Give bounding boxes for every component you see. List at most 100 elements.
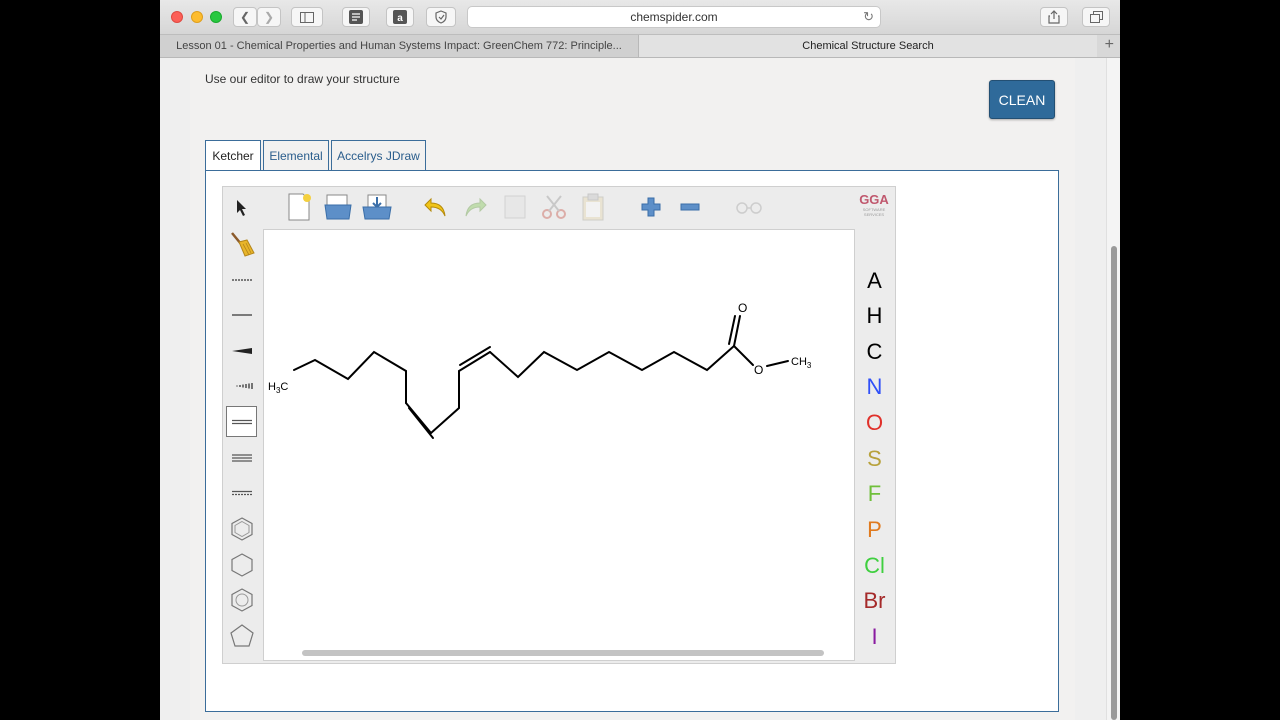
editor-hint: Use our editor to draw your structure [205, 72, 400, 86]
show-tabs-button[interactable] [1082, 7, 1110, 27]
triple-bond-tool[interactable] [226, 442, 257, 473]
new-file-tool[interactable] [282, 190, 316, 224]
new-tab-icon[interactable]: + [1105, 36, 1114, 54]
zoom-out-tool[interactable] [673, 190, 707, 224]
any-bond-tool[interactable] [226, 264, 257, 295]
aromatic-bond-icon [231, 490, 252, 495]
zoom-window-button[interactable] [210, 11, 222, 23]
cut-tool[interactable] [537, 190, 571, 224]
zoom-out-icon [680, 203, 700, 211]
element-symbol: O [865, 409, 884, 435]
element-symbol: S [867, 445, 882, 471]
extension-button-3[interactable] [426, 7, 456, 27]
copy-tool[interactable] [498, 190, 532, 224]
sidebar-icon [300, 11, 314, 23]
aromatic-bond-tool[interactable] [226, 477, 257, 508]
zoom-in-tool[interactable] [634, 190, 668, 224]
page-scrollbar-thumb[interactable] [1111, 246, 1117, 720]
double-bond-tool[interactable] [226, 406, 257, 437]
element-n-button[interactable]: N [858, 370, 891, 403]
chevron-left-icon: ❮ [239, 10, 251, 24]
element-c-button[interactable]: C [858, 335, 891, 368]
element-cl-button[interactable]: Cl [858, 549, 891, 582]
redo-icon [465, 197, 487, 217]
chevron-right-icon: ❯ [263, 10, 275, 24]
erase-tool[interactable] [226, 228, 257, 259]
address-bar[interactable]: chemspider.com ↻ [467, 6, 881, 28]
check-structure-tool[interactable] [732, 190, 766, 224]
element-s-button[interactable]: S [858, 442, 891, 475]
cyclopentane-template-tool[interactable] [226, 620, 257, 651]
element-symbol: F [867, 480, 882, 506]
wedge-bond-tool[interactable] [226, 335, 257, 366]
zoom-in-icon [641, 197, 661, 217]
element-symbol: N [866, 373, 883, 399]
undo-tool[interactable] [419, 190, 453, 224]
hashed-wedge-icon [235, 382, 253, 389]
dotted-bond-icon [231, 278, 252, 281]
element-i-button[interactable]: I [858, 620, 891, 653]
carbonyl-oxygen-label: O [738, 301, 747, 315]
element-symbol: Cl [864, 552, 885, 578]
element-h-button[interactable]: H [858, 299, 891, 332]
gga-logo: GGA SOFTWARE SERVICES [855, 193, 893, 221]
benzene-icon [230, 516, 253, 541]
share-icon [1048, 10, 1060, 24]
back-button[interactable]: ❮ [233, 7, 257, 27]
ester-oxygen-label: O [754, 363, 763, 377]
tab-accelrys-jdraw[interactable]: Accelrys JDraw [331, 140, 426, 170]
element-o-button[interactable]: O [858, 406, 891, 439]
minimize-window-button[interactable] [191, 11, 203, 23]
methyl-right-label: CH3 [791, 356, 812, 370]
browser-tab-label: Chemical Structure Search [802, 40, 934, 52]
save-file-tool[interactable] [360, 190, 394, 224]
aromatic-ring-template-tool[interactable] [226, 584, 257, 615]
canvas-horizontal-scrollbar[interactable] [302, 650, 824, 656]
benzene-template-tool[interactable] [226, 513, 257, 544]
triple-bond-icon [231, 453, 252, 462]
methyl-left-label: H3C [268, 381, 288, 395]
share-button[interactable] [1040, 7, 1068, 27]
single-bond-icon [231, 313, 252, 316]
select-tool[interactable] [226, 192, 257, 223]
molecule-structure: H3C O O CH3 [268, 301, 812, 439]
browser-tab-structure-search[interactable]: Chemical Structure Search [639, 35, 1097, 57]
tabs-overview-icon [1089, 11, 1103, 23]
element-br-button[interactable]: Br [858, 584, 891, 617]
element-f-button[interactable]: F [858, 477, 891, 510]
cyclohexane-template-tool[interactable] [226, 549, 257, 580]
tab-ketcher[interactable]: Ketcher [205, 140, 261, 171]
element-any-button[interactable]: A [858, 264, 891, 297]
clean-button[interactable]: CLEAN [989, 80, 1055, 119]
extension-button-2[interactable]: a [386, 7, 414, 27]
close-window-button[interactable] [171, 11, 183, 23]
extension-button-1[interactable] [342, 7, 370, 27]
element-symbol: C [866, 338, 883, 364]
open-file-icon [324, 194, 352, 220]
page-scrollbar[interactable] [1106, 58, 1120, 720]
reload-icon[interactable]: ↻ [863, 9, 874, 25]
single-bond-tool[interactable] [226, 299, 257, 330]
tab-elemental[interactable]: Elemental [263, 140, 329, 170]
forward-button[interactable]: ❯ [257, 7, 281, 27]
notes-extension-icon [349, 10, 363, 24]
open-file-tool[interactable] [321, 190, 355, 224]
title-bar: ❮ ❯ a chemspider.com ↻ [160, 0, 1120, 35]
element-symbol: Br [863, 587, 886, 613]
hash-bond-tool[interactable] [226, 370, 257, 401]
url-text: chemspider.com [630, 10, 718, 24]
gga-logo-sub2: SERVICES [863, 212, 885, 217]
drawing-canvas[interactable]: H3C O O CH3 [263, 229, 855, 661]
element-p-button[interactable]: P [858, 513, 891, 546]
undo-icon [424, 197, 446, 217]
page-viewport: Use our editor to draw your structure CL… [160, 58, 1105, 720]
alkyl-chain-bonds [293, 350, 407, 404]
paste-tool[interactable] [576, 190, 610, 224]
redo-tool[interactable] [458, 190, 492, 224]
sidebar-button[interactable] [291, 7, 323, 27]
ester-chain-bonds [489, 345, 735, 379]
amazon-icon: a [393, 10, 407, 24]
element-symbol: H [866, 302, 883, 328]
browser-tab-lesson[interactable]: Lesson 01 - Chemical Properties and Huma… [160, 35, 639, 57]
element-symbol: P [867, 516, 882, 542]
